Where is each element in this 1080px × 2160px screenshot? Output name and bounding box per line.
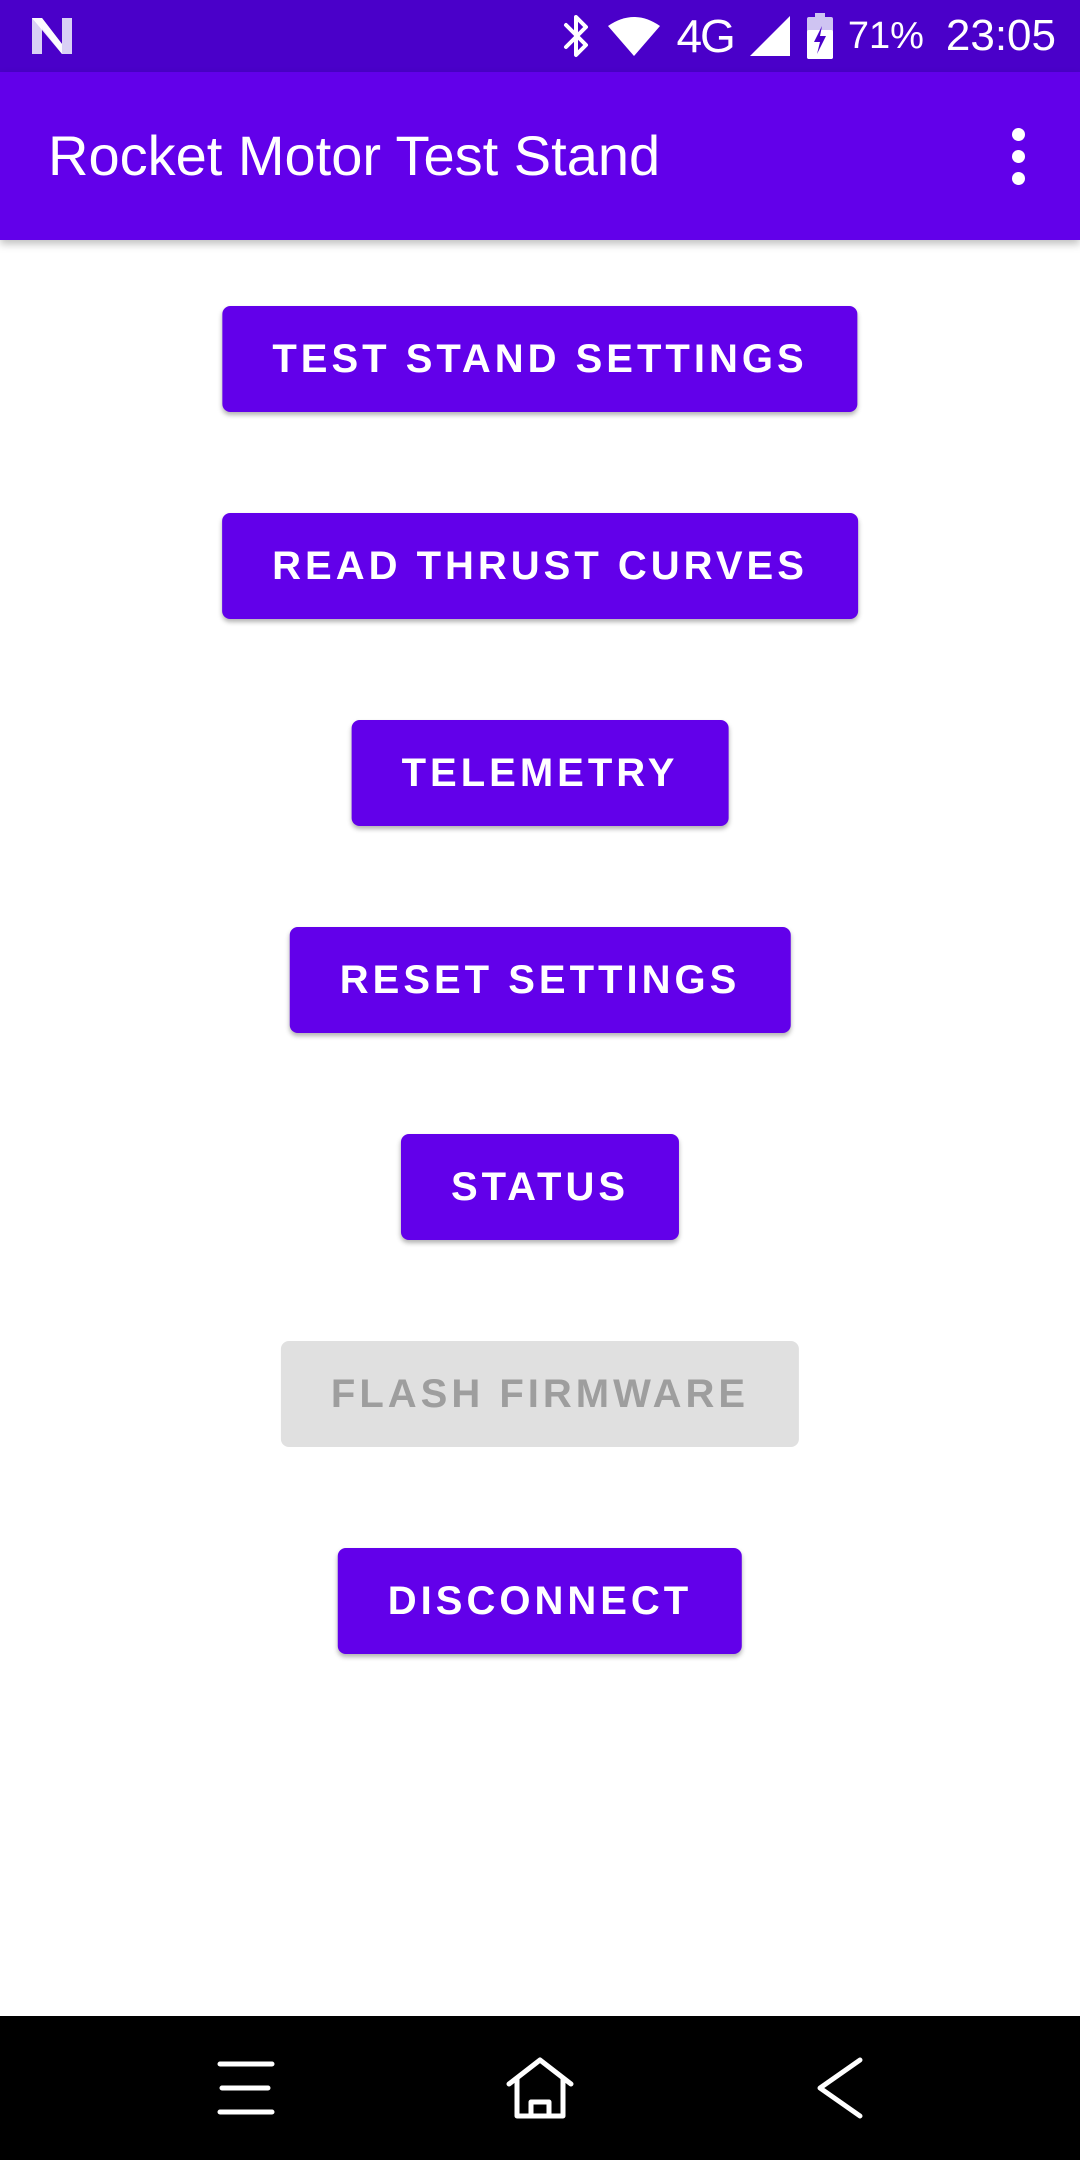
status-bar: 4G 71% 23:05 <box>0 0 1080 72</box>
telemetry-button[interactable]: TELEMETRY <box>351 720 729 826</box>
network-type-label: 4G <box>676 10 735 62</box>
wifi-icon <box>606 14 662 58</box>
flash-firmware-button: FLASH FIRMWARE <box>280 1341 800 1447</box>
navigation-bar <box>0 2016 1080 2160</box>
recent-apps-icon[interactable] <box>196 2038 296 2138</box>
app-bar: Rocket Motor Test Stand <box>0 72 1080 240</box>
bluetooth-icon <box>562 13 592 59</box>
clock: 23:05 <box>945 11 1056 60</box>
menu-dot <box>1011 127 1025 141</box>
status-button[interactable]: STATUS <box>400 1134 680 1240</box>
cellular-signal-icon <box>748 14 792 58</box>
n-notification-icon <box>28 14 76 58</box>
back-icon[interactable] <box>790 2038 890 2138</box>
more-vert-icon[interactable] <box>978 116 1058 196</box>
read-thrust-curves-button[interactable]: READ THRUST CURVES <box>222 513 858 619</box>
status-icons: 4G 71% 23:05 <box>562 0 1056 72</box>
app-title: Rocket Motor Test Stand <box>48 124 661 187</box>
menu-dot <box>1011 171 1025 185</box>
home-icon[interactable] <box>490 2038 590 2138</box>
main-content: TEST STAND SETTINGS READ THRUST CURVES T… <box>0 240 1080 2016</box>
test-stand-settings-button[interactable]: TEST STAND SETTINGS <box>222 306 858 412</box>
disconnect-button[interactable]: DISCONNECT <box>337 1548 743 1654</box>
reset-settings-button[interactable]: RESET SETTINGS <box>289 927 791 1033</box>
menu-dot <box>1011 149 1025 163</box>
battery-percent: 71% <box>847 15 924 57</box>
battery-charging-icon <box>806 12 834 60</box>
